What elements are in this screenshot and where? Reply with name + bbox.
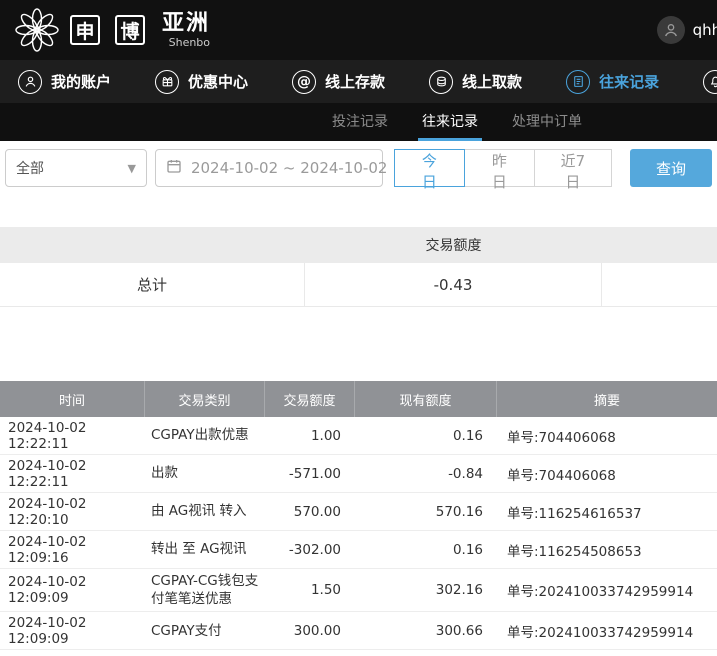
brand-char-2: 博 [115, 15, 145, 45]
nav-item-label: 往来记录 [599, 71, 659, 92]
summary-table: 交易额度 总计 -0.43 [0, 227, 717, 307]
tab-2[interactable]: 处理中订单 [508, 103, 586, 141]
cell-type: CGPAY出款优惠 [145, 423, 265, 447]
cell-type: 转出 至 AG视讯 [145, 537, 265, 561]
nav-item-label: 线上存款 [325, 71, 385, 92]
cell-time: 2024-10-02 12:22:11 [0, 420, 145, 452]
gift-icon [155, 70, 179, 94]
table-row: 2024-10-02 12:22:11出款-571.00-0.84单号:7044… [0, 455, 717, 493]
cell-balance: -0.84 [355, 466, 497, 482]
nav-item-records[interactable]: 往来记录 [566, 70, 659, 94]
top-header: 申 博 亚洲 Shenbo qhhw2 [0, 0, 717, 60]
brand-region: 亚洲 [162, 13, 210, 35]
tab-0[interactable]: 投注记录 [328, 103, 392, 141]
brand-logo: 申 博 亚洲 Shenbo [14, 7, 210, 53]
chevron-down-icon: ▼ [128, 162, 136, 175]
cell-amount: -302.00 [265, 542, 355, 558]
cell-note: 单号:116254616537 [497, 502, 717, 522]
brand-char-1: 申 [70, 15, 100, 45]
summary-header-label: 交易额度 [305, 235, 602, 255]
quick-range-button-0[interactable]: 今日 [394, 149, 465, 187]
cell-amount: 570.00 [265, 504, 355, 520]
nav-item-withdraw[interactable]: 线上取款 [429, 70, 522, 94]
column-header: 交易类别 [145, 381, 265, 417]
quick-range-button-2[interactable]: 近7日 [534, 149, 612, 187]
type-select[interactable]: 全部 ▼ [5, 149, 147, 187]
cell-note: 单号:704406068 [497, 464, 717, 484]
cell-balance: 300.66 [355, 623, 497, 639]
cell-time: 2024-10-02 12:09:09 [0, 574, 145, 606]
nav-item-label: 优惠中心 [188, 71, 248, 92]
user-menu[interactable]: qhhw2 [657, 16, 717, 44]
summary-header-row: 交易额度 [0, 227, 717, 263]
search-button[interactable]: 查询 [630, 149, 712, 187]
cell-note: 单号:704406068 [497, 426, 717, 446]
cell-type: 出款 [145, 461, 265, 485]
nav-item-user[interactable]: 我的账户 [18, 70, 111, 94]
cell-type: CGPAY-CG钱包支付笔笔送优惠 [145, 569, 265, 611]
withdraw-icon [429, 70, 453, 94]
main-nav: 我的账户 优惠中心 @ 线上存款 线上取款 往来记录 信息 [0, 60, 717, 103]
tab-1[interactable]: 往来记录 [418, 103, 482, 141]
nav-item-label: 我的账户 [51, 71, 111, 92]
table-row: 2024-10-02 12:09:09CGPAY支付300.00300.66单号… [0, 612, 717, 650]
quick-range-button-1[interactable]: 昨日 [464, 149, 535, 187]
bell-icon [703, 70, 717, 94]
summary-total-value: -0.43 [305, 263, 602, 306]
transactions-body: 2024-10-02 12:22:11CGPAY出款优惠1.000.16单号:7… [0, 417, 717, 650]
calendar-icon [166, 158, 182, 178]
lotus-logo-icon [14, 7, 60, 53]
filter-row: 全部 ▼ 2024-10-02 ~ 2024-10-02 今日昨日近7日 查询 [0, 141, 717, 187]
nav-item-deposit[interactable]: @ 线上存款 [292, 70, 385, 94]
nav-item-gift[interactable]: 优惠中心 [155, 70, 248, 94]
username-text: qhhw2 [693, 21, 717, 39]
user-icon [18, 70, 42, 94]
cell-type: CGPAY支付 [145, 619, 265, 643]
nav-item-bell[interactable]: 信息 [703, 70, 717, 94]
deposit-icon: @ [292, 70, 316, 94]
table-row: 2024-10-02 12:20:10由 AG视讯 转入570.00570.16… [0, 493, 717, 531]
cell-note: 单号:116254508653 [497, 540, 717, 560]
cell-balance: 302.16 [355, 582, 497, 598]
cell-time: 2024-10-02 12:20:10 [0, 496, 145, 528]
type-select-value: 全部 [16, 158, 44, 178]
summary-total-label: 总计 [0, 263, 305, 306]
column-header: 交易额度 [265, 381, 355, 417]
date-range-input[interactable]: 2024-10-02 ~ 2024-10-02 [155, 149, 383, 187]
nav-item-label: 线上取款 [462, 71, 522, 92]
cell-time: 2024-10-02 12:09:16 [0, 534, 145, 566]
column-header: 摘要 [497, 381, 717, 417]
summary-total-row: 总计 -0.43 [0, 263, 717, 307]
cell-time: 2024-10-02 12:22:11 [0, 458, 145, 490]
cell-type: 由 AG视讯 转入 [145, 499, 265, 523]
column-header: 现有额度 [355, 381, 497, 417]
column-header: 时间 [0, 381, 145, 417]
date-range-value: 2024-10-02 ~ 2024-10-02 [191, 159, 387, 177]
transactions-table: 时间交易类别交易额度现有额度摘要 2024-10-02 12:22:11CGPA… [0, 381, 717, 650]
cell-balance: 0.16 [355, 428, 497, 444]
brand-subtitle: Shenbo [162, 37, 210, 48]
cell-note: 单号:202410033742959914 [497, 580, 717, 600]
records-icon [566, 70, 590, 94]
table-row: 2024-10-02 12:22:11CGPAY出款优惠1.000.16单号:7… [0, 417, 717, 455]
user-avatar-icon [657, 16, 685, 44]
tab-bar: 投注记录往来记录处理中订单 [0, 103, 717, 141]
table-row: 2024-10-02 12:09:16转出 至 AG视讯-302.000.16单… [0, 531, 717, 569]
cell-amount: 1.00 [265, 428, 355, 444]
cell-balance: 0.16 [355, 542, 497, 558]
cell-amount: -571.00 [265, 466, 355, 482]
cell-time: 2024-10-02 12:09:09 [0, 615, 145, 647]
cell-amount: 1.50 [265, 582, 355, 598]
quick-range-group: 今日昨日近7日 [395, 149, 612, 187]
table-row: 2024-10-02 12:09:09CGPAY-CG钱包支付笔笔送优惠1.50… [0, 569, 717, 612]
cell-amount: 300.00 [265, 623, 355, 639]
cell-note: 单号:202410033742959914 [497, 621, 717, 641]
transactions-header-row: 时间交易类别交易额度现有额度摘要 [0, 381, 717, 417]
cell-balance: 570.16 [355, 504, 497, 520]
